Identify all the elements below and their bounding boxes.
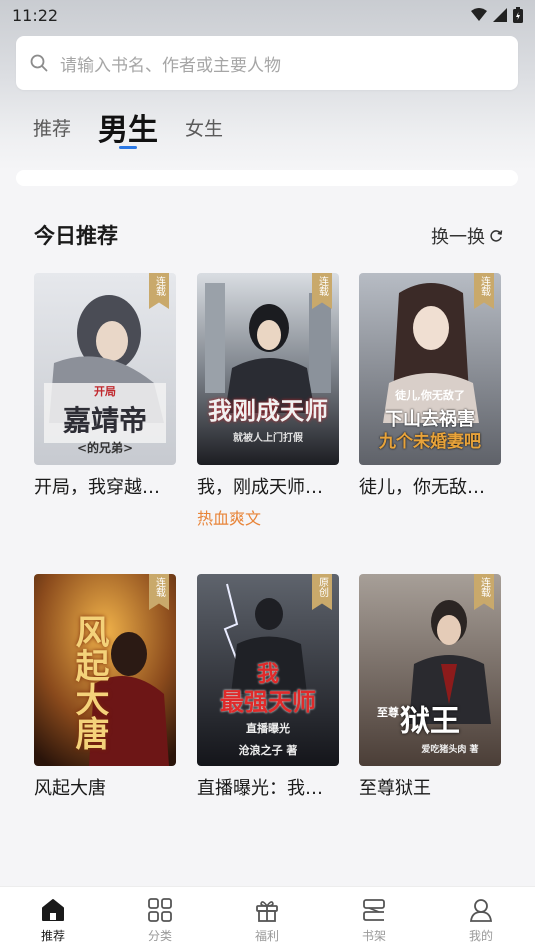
book-title[interactable]: 风起大唐 [34,774,176,800]
book-cover[interactable]: 我刚成天师 就被人上门打假 连载 [197,273,339,465]
book-cover[interactable]: 徒儿,你无敌了 下山去祸害 九个未婚妻吧 连载 [359,273,501,465]
nav-label: 分类 [147,929,172,943]
book-title[interactable]: 徒儿，你无敌… [359,473,501,499]
cover-title-2: 九个未婚妻吧 [379,432,481,452]
cover-author: 爱吃猪头肉 著 [421,745,479,755]
profile-icon [469,899,493,922]
grid-icon [148,898,172,922]
book-cover[interactable]: 我 最强天师 直播曝光 沧浪之子 著 原创 [197,574,339,766]
cover-subtitle: 直播曝光 [246,722,290,735]
wifi-icon [471,8,487,21]
tab-male[interactable]: 男生 [98,105,158,149]
book-cover[interactable]: 至尊 狱王 爱吃猪头肉 著 连载 [359,574,501,766]
cover-subtitle: 开局 [94,385,116,398]
refresh-icon [490,230,503,242]
gift-icon [256,901,278,922]
book-cover[interactable]: 开局 嘉靖帝 <的兄弟> 连载 [34,273,176,465]
nav-label: 推荐 [40,929,65,943]
nav-item-profile[interactable]: 我的 [451,897,511,944]
tab-recommend[interactable]: 推荐 [33,114,71,141]
nav-item-category[interactable]: 分类 [130,897,190,944]
cover-subtitle: 就被人上门打假 [233,433,303,444]
bookshelf-icon [363,899,385,921]
active-tab-indicator [119,146,137,149]
bottom-navigation: 推荐 分类 福利 书架 我的 [0,886,535,951]
signal-icon [493,8,507,22]
status-time: 11:22 [12,5,59,25]
book-title[interactable]: 我，刚成天师… [197,473,339,499]
nav-item-welfare[interactable]: 福利 [237,897,297,944]
banner-strip[interactable] [16,170,518,186]
cover-title: 我刚成天师 [208,396,328,425]
search-placeholder: 请输入书名、作者或主要人物 [60,55,281,76]
search-icon [30,54,48,72]
cover-title: 最强天师 [220,687,316,716]
status-bar: 11:22 [0,0,535,30]
book-title[interactable]: 直播曝光：我… [197,774,339,800]
channel-tabs: 推荐 男生 女生 [0,100,535,150]
book-title[interactable]: 开局，我穿越… [34,473,176,499]
book-card[interactable]: 徒儿,你无敌了 下山去祸害 九个未婚妻吧 连载 徒儿，你无敌… [359,273,501,499]
book-card[interactable]: 我 最强天师 直播曝光 沧浪之子 著 原创 直播曝光：我… [197,574,339,800]
book-cover[interactable]: 风起大唐 连载 [34,574,176,766]
book-title[interactable]: 至尊狱王 [359,774,501,800]
book-card[interactable]: 我刚成天师 就被人上门打假 连载 我，刚成天师… 热血爽文 [197,273,339,529]
cover-subtitle-2: <的兄弟> [76,441,134,455]
nav-label: 书架 [361,929,386,943]
cover-author: 沧浪之子 著 [238,744,298,757]
status-icons [471,7,523,23]
nav-item-bookshelf[interactable]: 书架 [344,897,404,944]
cover-subtitle: 徒儿,你无敌了 [395,389,465,402]
tab-female[interactable]: 女生 [185,114,223,141]
search-input[interactable]: 请输入书名、作者或主要人物 [16,36,518,90]
section-title: 今日推荐 [34,224,118,248]
book-card[interactable]: 至尊 狱王 爱吃猪头肉 著 连载 至尊狱王 [359,574,501,800]
refresh-label: 换一换 [431,227,485,248]
cover-title: 嘉靖帝 [62,404,147,437]
cover-title: 狱王 [400,704,460,739]
nav-item-recommend[interactable]: 推荐 [23,897,83,944]
battery-icon [513,7,523,23]
book-tag: 热血爽文 [197,509,262,528]
nav-label: 福利 [254,929,279,943]
home-icon [42,899,64,921]
cover-title: 风起大唐 [69,614,109,750]
refresh-button[interactable]: 换一换 [431,223,503,249]
book-card[interactable]: 开局 嘉靖帝 <的兄弟> 连载 开局，我穿越… [34,273,176,499]
nav-label: 我的 [468,929,493,943]
book-card[interactable]: 风起大唐 连载 风起大唐 [34,574,176,800]
